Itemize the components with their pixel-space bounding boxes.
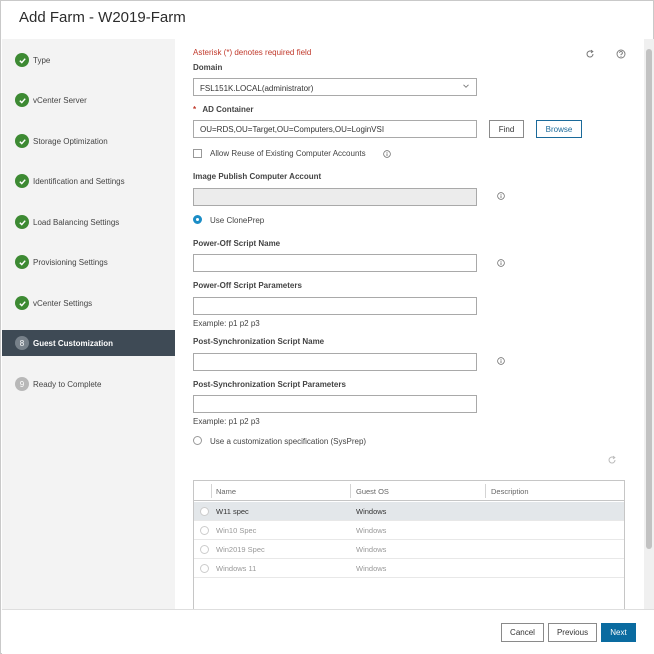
spec-guest-os: Windows: [356, 526, 387, 535]
find-button[interactable]: Find: [489, 120, 524, 138]
postsync-params-input[interactable]: [193, 395, 477, 413]
sidebar-step-identification[interactable]: Identification and Settings: [2, 168, 175, 194]
allow-reuse-checkbox[interactable]: [193, 149, 202, 158]
domain-label: Domain: [193, 63, 223, 72]
step-label: Type: [33, 55, 51, 65]
sidebar-step-guest-customization[interactable]: 8 Guest Customization: [2, 330, 175, 356]
required-field-note: Asterisk (*) denotes required field: [193, 48, 312, 57]
poweroff-script-input[interactable]: [193, 254, 477, 272]
table-header: Name Guest OS Description: [194, 481, 624, 501]
image-publish-input[interactable]: [193, 188, 477, 206]
step-label: Identification and Settings: [33, 176, 125, 186]
column-header-description[interactable]: Description: [491, 487, 529, 496]
table-row[interactable]: Windows 11 Windows: [194, 559, 624, 578]
step-label: vCenter Server: [33, 95, 87, 105]
info-icon[interactable]: [383, 150, 391, 158]
info-icon[interactable]: [497, 192, 505, 200]
guest-customization-form: Asterisk (*) denotes required field Doma…: [175, 39, 645, 609]
table-row[interactable]: W11 spec Windows: [194, 502, 624, 521]
check-icon: [15, 93, 29, 107]
column-divider: [485, 484, 486, 498]
table-row[interactable]: Win10 Spec Windows: [194, 521, 624, 540]
use-sysprep-label: Use a customization specification (SysPr…: [210, 437, 367, 446]
next-button[interactable]: Next: [601, 623, 636, 642]
check-icon: [15, 174, 29, 188]
use-sysprep-radio[interactable]: [193, 436, 202, 445]
spec-name: Win10 Spec: [216, 526, 257, 535]
use-cloneprep-label: Use ClonePrep: [210, 216, 265, 225]
check-icon: [15, 215, 29, 229]
poweroff-params-input[interactable]: [193, 297, 477, 315]
poweroff-params-label: Power-Off Script Parameters: [193, 281, 302, 290]
ad-container-label: * AD Container: [193, 105, 253, 114]
step-label: Provisioning Settings: [33, 257, 108, 267]
allow-reuse-label: Allow Reuse of Existing Computer Account…: [210, 149, 366, 158]
previous-button[interactable]: Previous: [548, 623, 597, 642]
domain-select-value: FSL151K.LOCAL(administrator): [200, 84, 314, 93]
sidebar-step-load-balancing[interactable]: Load Balancing Settings: [2, 209, 175, 235]
dialog-title: Add Farm - W2019-Farm: [19, 9, 186, 26]
customization-spec-table: Name Guest OS Description W11 spec Windo…: [193, 480, 625, 609]
sidebar-step-vcenter-server[interactable]: vCenter Server: [2, 87, 175, 113]
domain-select[interactable]: FSL151K.LOCAL(administrator): [193, 78, 477, 96]
browse-button[interactable]: Browse: [536, 120, 582, 138]
cancel-button[interactable]: Cancel: [501, 623, 544, 642]
spec-name: W11 spec: [216, 507, 249, 516]
form-scrollbar[interactable]: [644, 39, 654, 609]
sidebar-step-type[interactable]: Type: [2, 47, 175, 73]
sidebar-step-ready-to-complete[interactable]: 9 Ready to Complete: [2, 371, 175, 397]
sidebar-step-vcenter-settings[interactable]: vCenter Settings: [2, 290, 175, 316]
column-header-guest-os[interactable]: Guest OS: [356, 487, 389, 496]
info-icon[interactable]: [497, 357, 505, 365]
add-farm-dialog: Add Farm - W2019-Farm Type vCenter Serve…: [0, 0, 654, 654]
spec-name: Windows 11: [216, 564, 257, 573]
column-divider: [350, 484, 351, 498]
sidebar-step-storage-optimization[interactable]: Storage Optimization: [2, 128, 175, 154]
row-select-radio[interactable]: [200, 507, 209, 516]
column-divider: [211, 484, 212, 498]
spec-guest-os: Windows: [356, 545, 387, 554]
sidebar-step-provisioning[interactable]: Provisioning Settings: [2, 249, 175, 275]
dialog-footer: Cancel Previous Next: [2, 609, 654, 654]
poweroff-script-label: Power-Off Script Name: [193, 239, 281, 248]
required-asterisk: *: [193, 105, 197, 114]
postsync-script-input[interactable]: [193, 353, 477, 371]
help-icon[interactable]: [616, 49, 626, 59]
check-icon: [15, 296, 29, 310]
step-number: 8: [15, 336, 29, 350]
postsync-script-label: Post-Synchronization Script Name: [193, 337, 325, 346]
scrollbar-thumb[interactable]: [646, 49, 652, 549]
step-label: Ready to Complete: [33, 379, 102, 389]
postsync-params-example: Example: p1 p2 p3: [193, 417, 260, 426]
step-label: Guest Customization: [33, 338, 114, 348]
poweroff-params-example: Example: p1 p2 p3: [193, 319, 260, 328]
spec-guest-os: Windows: [356, 507, 387, 516]
spec-guest-os: Windows: [356, 564, 387, 573]
check-icon: [15, 134, 29, 148]
refresh-icon[interactable]: [607, 455, 617, 465]
check-icon: [15, 255, 29, 269]
spec-name: Win2019 Spec: [216, 545, 265, 554]
step-label: Storage Optimization: [33, 136, 108, 146]
wizard-sidebar: Type vCenter Server Storage Optimization…: [2, 39, 175, 609]
row-select-radio[interactable]: [200, 545, 209, 554]
step-label: Load Balancing Settings: [33, 217, 120, 227]
row-select-radio[interactable]: [200, 564, 209, 573]
table-row[interactable]: Win2019 Spec Windows: [194, 540, 624, 559]
refresh-icon[interactable]: [585, 49, 595, 59]
check-icon: [15, 53, 29, 67]
step-label: vCenter Settings: [33, 298, 93, 308]
use-cloneprep-radio[interactable]: [193, 215, 202, 224]
postsync-params-label: Post-Synchronization Script Parameters: [193, 380, 346, 389]
ad-container-label-text: AD Container: [202, 105, 254, 114]
step-number: 9: [15, 377, 29, 391]
chevron-down-icon: [463, 84, 469, 88]
ad-container-input[interactable]: OU=RDS,OU=Target,OU=Computers,OU=LoginVS…: [193, 120, 477, 138]
image-publish-label: Image Publish Computer Account: [193, 172, 322, 181]
column-header-name[interactable]: Name: [216, 487, 236, 496]
row-select-radio[interactable]: [200, 526, 209, 535]
info-icon[interactable]: [497, 259, 505, 267]
